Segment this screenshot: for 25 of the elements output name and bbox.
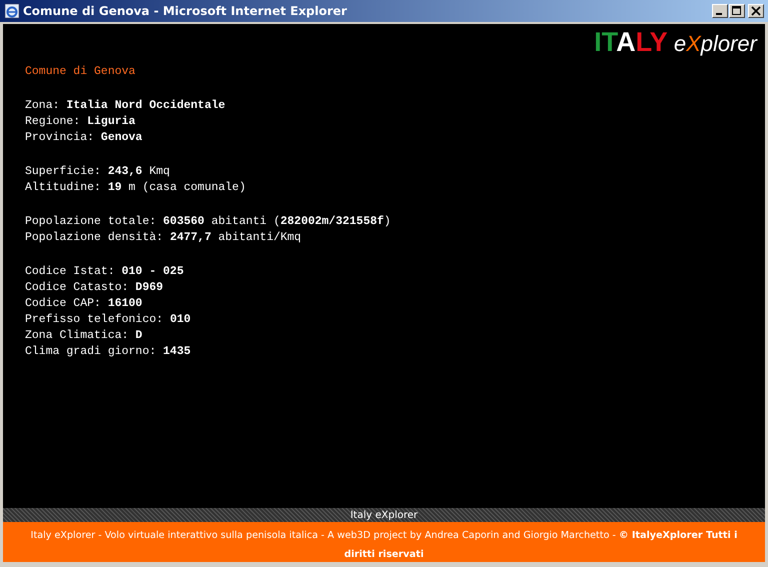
info-line: Popolazione totale: 603560 abitanti (282002m/321558f) [25, 214, 392, 230]
band-title: Italy eXplorer [350, 510, 418, 520]
info-line: Codice Catasto: D969 [25, 280, 164, 296]
info-line: Prefisso telefonico: 010 [25, 312, 192, 328]
info-line: Zona Climatica: D [25, 328, 144, 344]
maximize-icon [732, 6, 742, 16]
info-line: Superficie: 243,6 Kmq [25, 164, 171, 180]
window-title: Comune di Genova - Microsoft Internet Explorer [23, 4, 348, 18]
info-line: Altitudine: 19 m (casa comunale) [25, 180, 247, 196]
info-line: Provincia: Genova [25, 130, 144, 146]
logo: ITALY eXplorer [594, 27, 757, 59]
footer-text: Italy eXplorer - Volo virtuale interattivo sulla penisola italica - A web3D project by Andrea Caporin and Giorgio Marchetto - © ItalyeXplorer Tutti i diritti riservati [30, 530, 738, 560]
browser-icon [4, 3, 20, 19]
info-line: Regione: Liguria [25, 114, 136, 130]
info-line: Zona: Italia Nord Occidentale [25, 98, 226, 114]
minimize-icon [716, 13, 722, 15]
close-icon [751, 6, 761, 16]
close-button[interactable] [748, 4, 764, 18]
info-line: Codice Istat: 010 - 025 [25, 264, 185, 280]
minimize-button[interactable] [712, 4, 728, 18]
page-heading: Comune di Genova [25, 64, 136, 80]
info-line: Clima gradi giorno: 1435 [25, 344, 192, 360]
info-line: Popolazione densità: 2477,7 abitanti/Kmq [25, 230, 302, 246]
info-line: Codice CAP: 16100 [25, 296, 144, 312]
maximize-button[interactable] [729, 4, 745, 18]
